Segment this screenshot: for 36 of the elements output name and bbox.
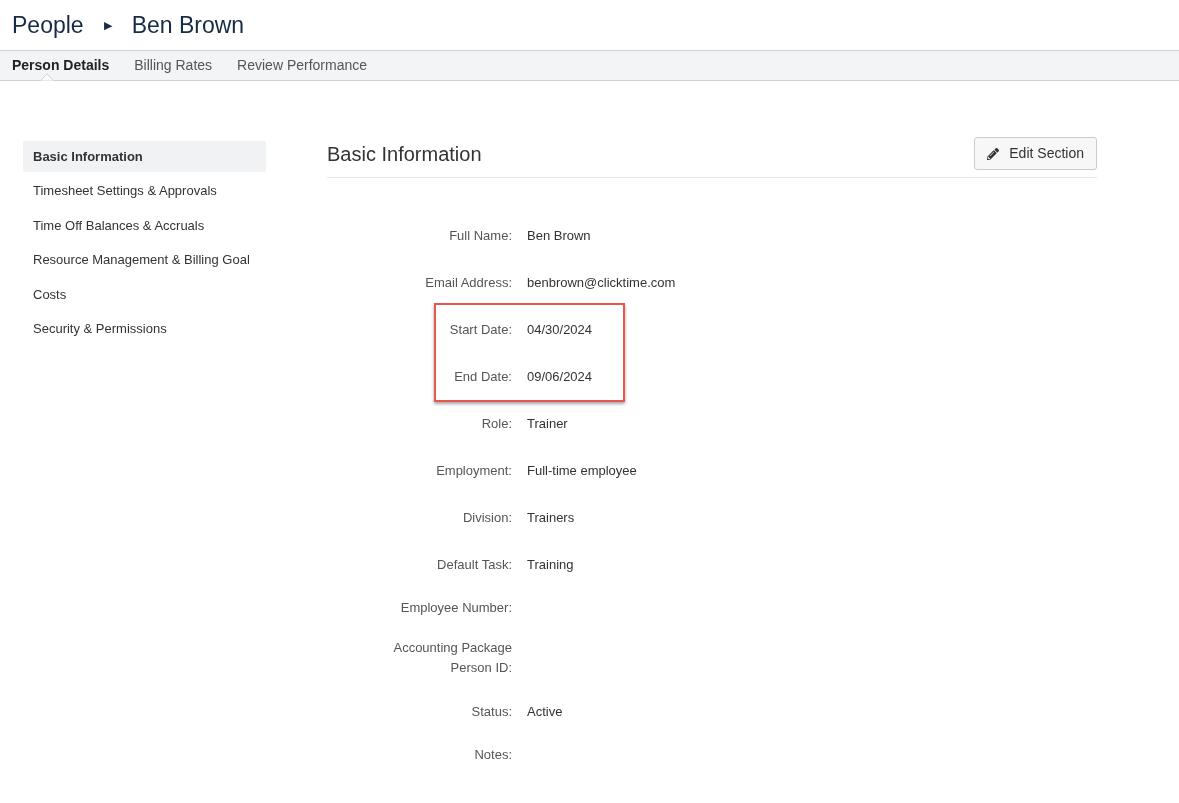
pencil-icon (987, 147, 1000, 160)
field-label: Email Address: (425, 273, 512, 292)
sidebar-item[interactable]: Resource Management & Billing Goal (23, 244, 266, 276)
field-label: Role: (481, 414, 512, 433)
tab[interactable]: Review Performance (237, 51, 368, 80)
breadcrumb-link[interactable]: People (12, 7, 84, 43)
field-label: End Date: (454, 367, 512, 386)
field-label: Status: (471, 702, 512, 721)
field-value: Active (527, 702, 563, 721)
field-label: Start Date: (449, 320, 512, 339)
page-title: Ben Brown (131, 10, 245, 40)
field-label: Employment: (436, 461, 512, 480)
breadcrumb-separator: ▶ (103, 17, 112, 33)
field-label: Accounting Package Person ID: (392, 639, 512, 677)
field-label: Division: (462, 508, 512, 527)
field-value: Full-time employee (527, 461, 637, 480)
field-label: Employee Number: (400, 599, 512, 617)
sidebar-item[interactable]: Security & Permissions (23, 313, 266, 345)
field-value: Trainer (527, 414, 568, 433)
edit-section-button[interactable]: Edit Section (974, 137, 1097, 170)
field-value: 04/30/2024 (527, 320, 593, 339)
field-value: Training (527, 555, 574, 574)
field-value: Trainers (527, 508, 575, 527)
sidebar-item[interactable]: Timesheet Settings & Approvals (23, 175, 266, 207)
sidebar-item[interactable]: Costs (23, 279, 266, 310)
field-label: Notes: (474, 746, 512, 764)
field-label: Full Name: (449, 226, 512, 245)
tab[interactable]: Billing Rates (134, 51, 213, 80)
sidebar-item[interactable]: Basic Information (23, 141, 266, 172)
tab[interactable]: Person Details (12, 51, 110, 80)
sidebar-item[interactable]: Time Off Balances & Accruals (23, 210, 266, 241)
field-label: Default Task: (437, 555, 512, 574)
field-value: Ben Brown (527, 226, 591, 245)
section-title: Basic Information (327, 142, 482, 167)
field-value: 09/06/2024 (527, 367, 593, 386)
field-value: benbrown@clicktime.com (527, 273, 676, 292)
